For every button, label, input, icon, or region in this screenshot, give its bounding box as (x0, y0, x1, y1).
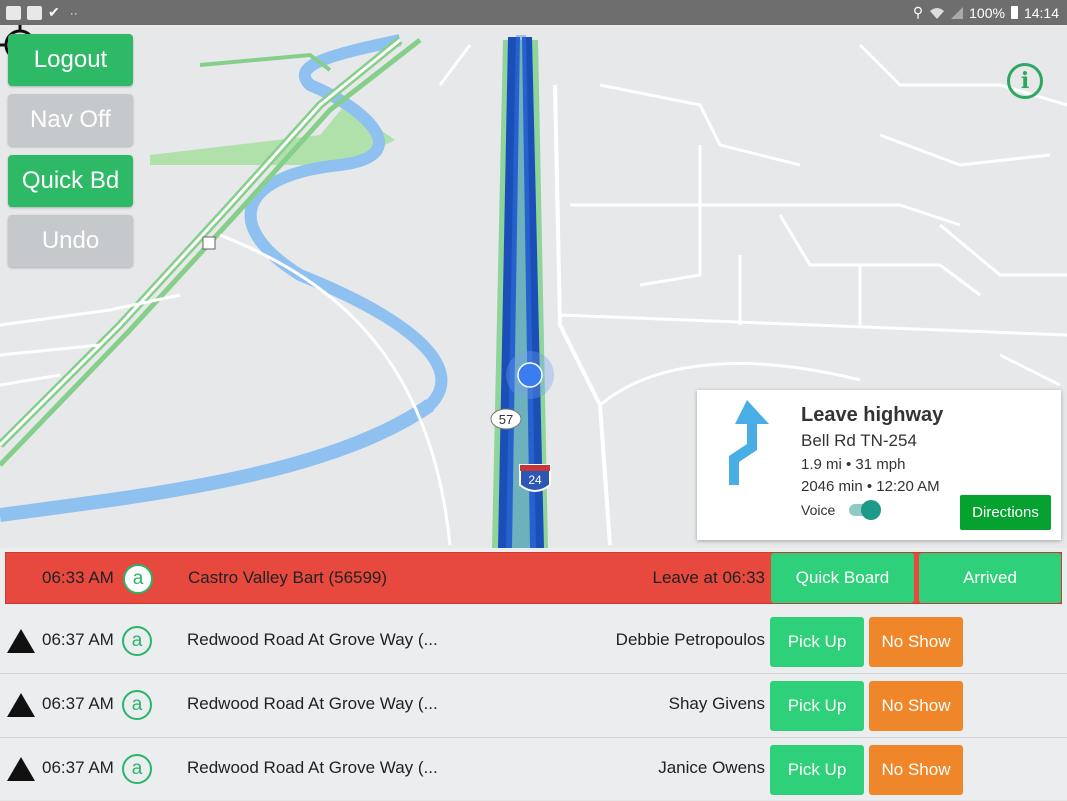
status-bar: ✔ ·· ⚲ 100% 14:14 (0, 0, 1067, 25)
leave-at-text: Leave at 06:33 (652, 568, 765, 587)
clock: 14:14 (1023, 4, 1059, 21)
arrived-button[interactable]: Arrived (919, 553, 1061, 603)
trip-location: Castro Valley Bart (56599) (188, 568, 388, 587)
pick-up-button[interactable]: Pick Up (770, 745, 864, 795)
signal-icon (951, 6, 964, 19)
interstate-24-shield-text: 24 (528, 473, 542, 487)
trip-time: 06:33 AM (42, 568, 114, 587)
quick-bd-button[interactable]: Quick Bd (8, 155, 133, 207)
battery-icon (1010, 6, 1018, 19)
trip-location: Redwood Road At Grove Way (... (187, 694, 438, 713)
poi-marker (202, 236, 216, 250)
status-left: ✔ ·· (6, 4, 78, 21)
trip-location: Redwood Road At Grove Way (... (187, 758, 438, 777)
stop-type-badge: a (122, 754, 152, 784)
stop-type-badge: a (122, 690, 152, 720)
passenger-name: Janice Owens (658, 758, 765, 777)
trip-location: Redwood Road At Grove Way (... (187, 630, 438, 649)
no-show-button[interactable]: No Show (869, 681, 963, 731)
no-show-button[interactable]: No Show (869, 617, 963, 667)
pick-up-button[interactable]: Pick Up (770, 617, 864, 667)
trip-row[interactable]: 06:37 AM a Redwood Road At Grove Way (..… (0, 738, 1067, 801)
info-icon[interactable]: i (1007, 63, 1043, 99)
trip-time: 06:37 AM (42, 758, 114, 777)
pick-up-button[interactable]: Pick Up (770, 681, 864, 731)
trip-row[interactable]: 06:37 AM a Redwood Road At Grove Way (..… (0, 674, 1067, 738)
voice-toggle[interactable] (847, 498, 883, 522)
trip-time: 06:37 AM (42, 630, 114, 649)
route-57-shield-text: 57 (499, 412, 513, 427)
wifi-icon (930, 7, 945, 19)
map-icon (6, 5, 21, 20)
trip-row[interactable]: 06:37 AM a Redwood Road At Grove Way (..… (0, 610, 1067, 674)
passenger-name: Debbie Petropoulos (615, 630, 765, 649)
voice-toggle-knob (861, 500, 881, 520)
image-icon (27, 5, 42, 20)
undo-button[interactable]: Undo (8, 215, 133, 267)
warning-triangle-icon (7, 693, 35, 717)
maneuver-road: Bell Rd TN-254 (801, 431, 917, 450)
distance-speed: 1.9 mi • 31 mph (801, 456, 906, 473)
warning-triangle-icon (7, 757, 35, 781)
maneuver-title: Leave highway (801, 404, 944, 426)
trip-list: 06:33 AM a Castro Valley Bart (56599) Le… (0, 548, 1067, 800)
trip-row-active[interactable]: 06:33 AM a Castro Valley Bart (56599) Le… (5, 552, 1062, 604)
eta-text: 2046 min • 12:20 AM (801, 478, 940, 495)
status-dots: ·· (69, 5, 78, 20)
stop-type-badge: a (122, 626, 152, 656)
directions-button[interactable]: Directions (960, 495, 1051, 530)
quick-board-button[interactable]: Quick Board (771, 553, 914, 603)
warning-triangle-icon (7, 629, 35, 653)
voice-label: Voice (801, 502, 836, 518)
logout-button[interactable]: Logout (8, 34, 133, 86)
stop-type-badge: a (123, 564, 153, 594)
trip-time: 06:37 AM (42, 694, 114, 713)
turn-slight-left-icon (729, 400, 769, 485)
current-position (517, 362, 543, 388)
status-right: ⚲ 100% 14:14 (913, 4, 1059, 21)
nav-off-button[interactable]: Nav Off (8, 94, 133, 146)
checkmark-icon: ✔ (48, 4, 60, 20)
navigation-instruction-card: Leave highway Bell Rd TN-254 1.9 mi • 31… (697, 390, 1061, 540)
location-pin-icon: ⚲ (912, 4, 924, 20)
passenger-name: Shay Givens (668, 694, 765, 713)
battery-text: 100% (969, 4, 1005, 21)
no-show-button[interactable]: No Show (869, 745, 963, 795)
